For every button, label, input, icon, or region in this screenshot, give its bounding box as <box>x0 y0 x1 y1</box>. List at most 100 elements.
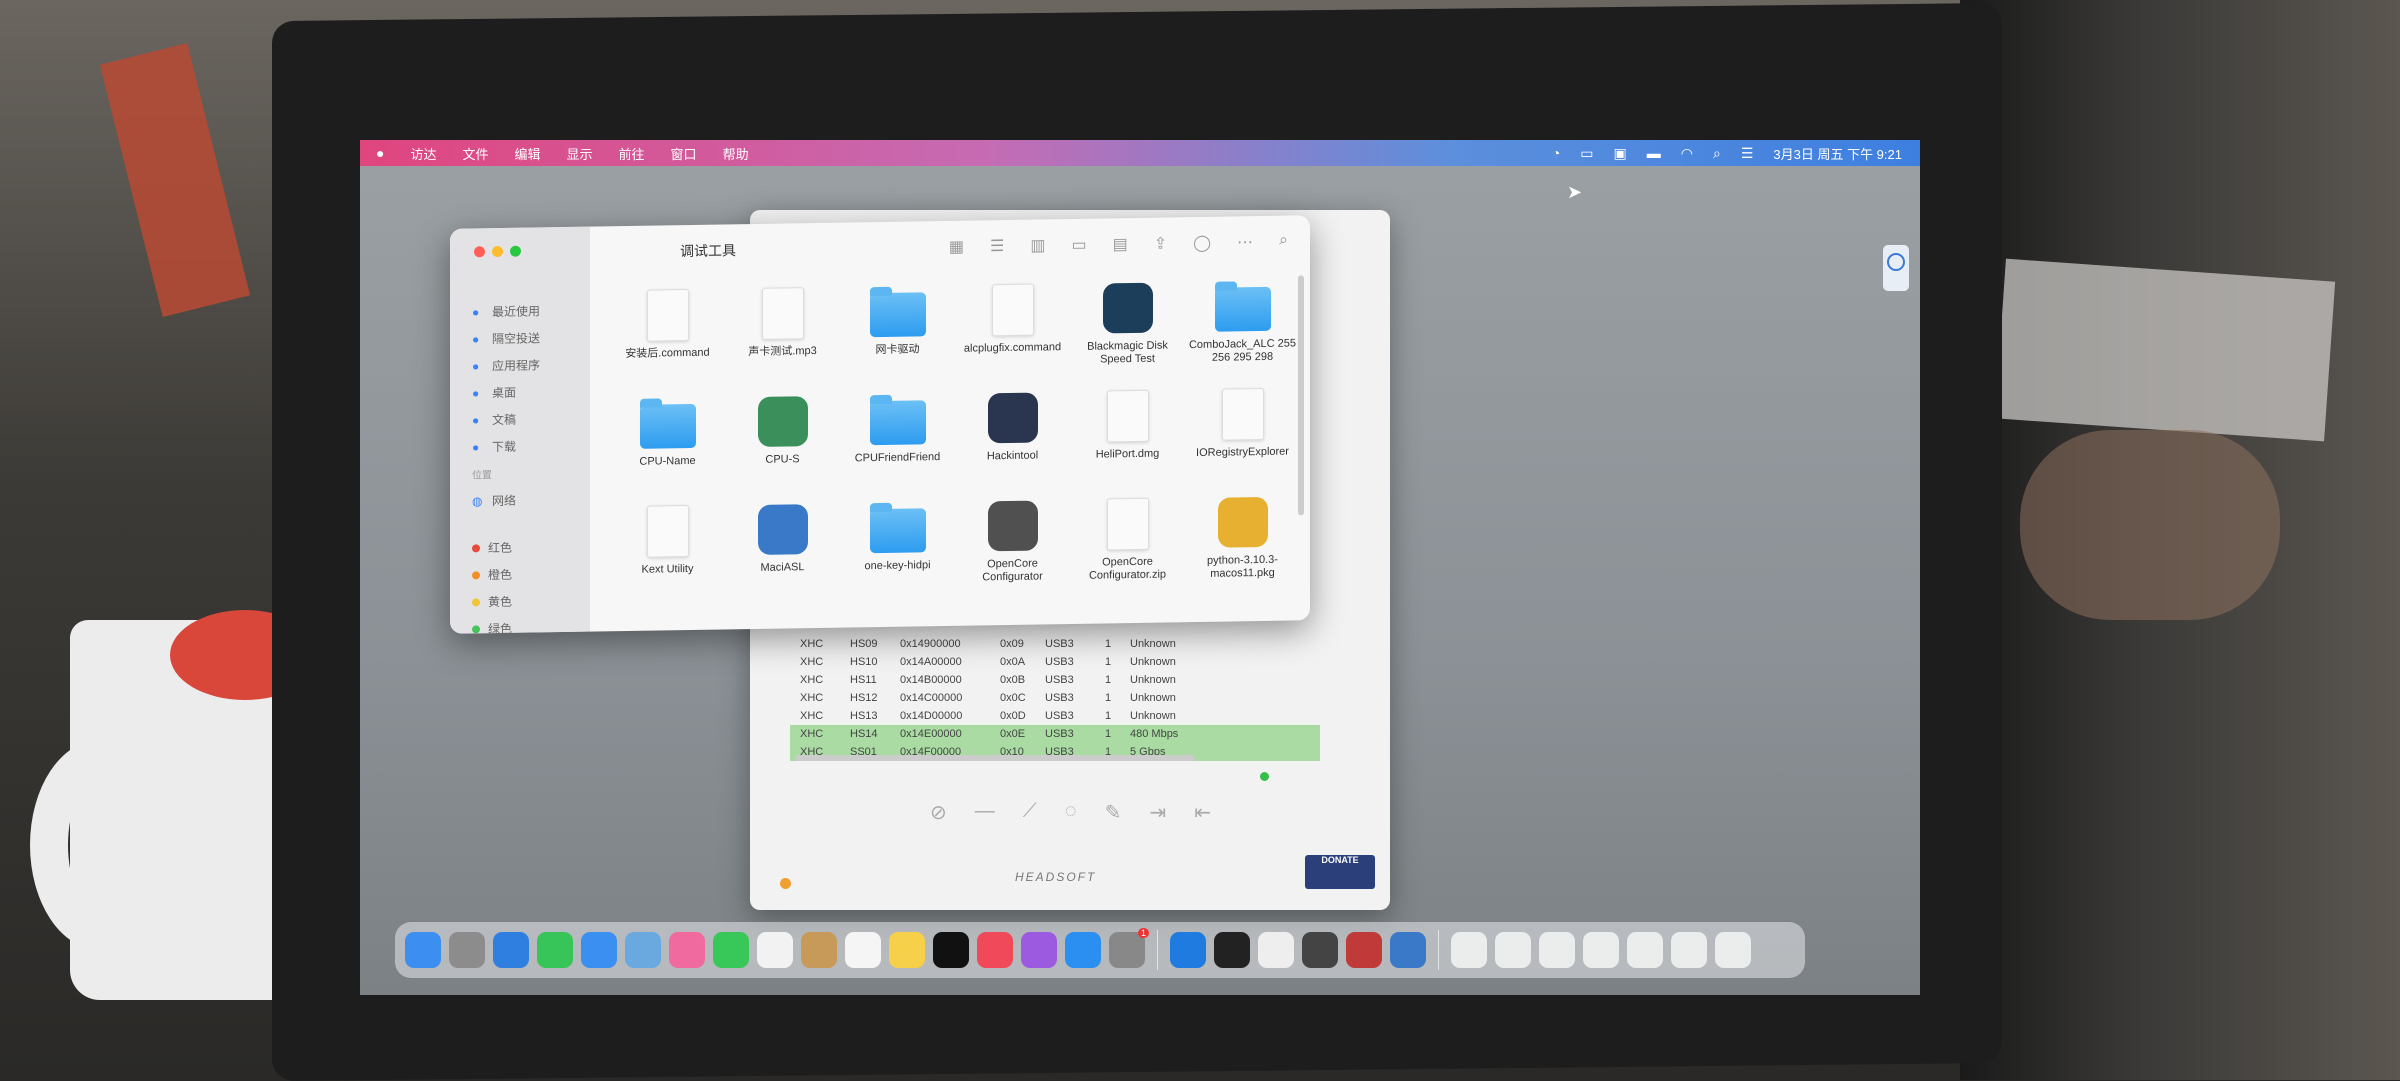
file-item[interactable]: CPU-S <box>725 395 840 493</box>
finder-icon[interactable] <box>405 932 441 968</box>
import-icon[interactable]: ⇥ <box>1149 800 1166 825</box>
trash-icon[interactable] <box>1715 932 1751 968</box>
control-center-icon[interactable]: ☰ <box>1741 145 1754 162</box>
column-view-icon[interactable]: ▥ <box>1030 235 1045 255</box>
minimize-button[interactable] <box>492 245 503 258</box>
sidebar-item[interactable]: ● 隔空投送 <box>472 324 540 352</box>
contacts-icon[interactable] <box>801 932 837 968</box>
file-item[interactable]: Blackmagic Disk Speed Test <box>1070 281 1185 379</box>
file-item[interactable]: IORegistryExplorer <box>1185 387 1300 485</box>
export-icon[interactable]: ⇤ <box>1194 800 1211 825</box>
textedit-icon[interactable] <box>1258 932 1294 968</box>
tag-icon[interactable]: ◯ <box>1193 233 1211 253</box>
clipboard-icon[interactable]: ▣ <box>1614 145 1627 162</box>
photos-icon[interactable] <box>669 932 705 968</box>
menu-help[interactable]: 帮助 <box>723 144 749 163</box>
terminal-icon[interactable] <box>1214 932 1250 968</box>
music-icon[interactable] <box>977 932 1013 968</box>
timemachine-icon[interactable]: ◔ <box>1552 145 1560 161</box>
search-icon[interactable]: ⌕ <box>1713 145 1721 162</box>
document-icon[interactable] <box>1451 932 1487 968</box>
calendar-icon[interactable] <box>757 932 793 968</box>
table-row[interactable]: XHC HS13 0x14D00000 0x0D USB3 1 Unknown <box>790 707 1320 725</box>
display-icon[interactable]: ▭ <box>1580 145 1593 162</box>
sidebar-item[interactable]: ● 应用程序 <box>472 351 540 379</box>
facetime-icon[interactable] <box>713 932 749 968</box>
menu-file[interactable]: 文件 <box>462 144 488 163</box>
folder-icon[interactable] <box>1671 932 1707 968</box>
sidebar-item-network[interactable]: ◍ 网络 <box>472 486 540 514</box>
group-icon[interactable]: ▤ <box>1113 234 1128 254</box>
share-icon[interactable]: ⇪ <box>1154 233 1167 253</box>
file-item[interactable]: MaciASL <box>725 503 840 601</box>
table-row[interactable]: XHC HS11 0x14B00000 0x0B USB3 1 Unknown <box>790 671 1320 689</box>
zoom-button[interactable] <box>510 245 521 257</box>
file-item[interactable]: one-key-hidpi <box>840 501 955 599</box>
menu-go[interactable]: 前往 <box>619 144 645 163</box>
apple-menu-icon[interactable]: ● <box>376 145 384 161</box>
notes-icon[interactable] <box>889 932 925 968</box>
vertical-scrollbar[interactable] <box>1298 275 1304 516</box>
file-item[interactable]: alcplugfix.command <box>955 283 1070 381</box>
finder-window[interactable]: ● 最近使用 ● 隔空投送 ● 应用程序 ● 桌面 ● 文稿 ● 下载 位置 ◍ 网络 红色 橙色 黄色 绿色 调试… <box>450 215 1310 634</box>
menu-clock[interactable]: 3月3日 周五 下午 9:21 <box>1773 144 1902 163</box>
appstore-icon[interactable] <box>1065 932 1101 968</box>
horizontal-scrollbar[interactable] <box>795 755 1195 761</box>
table-row[interactable]: XHC HS09 0x14900000 0x09 USB3 1 Unknown <box>790 635 1320 653</box>
folder-icon[interactable] <box>1627 932 1663 968</box>
file-item[interactable]: OpenCore Configurator.zip <box>1070 497 1185 595</box>
table-row[interactable]: XHC HS10 0x14A00000 0x0A USB3 1 Unknown <box>790 653 1320 671</box>
messages-icon[interactable] <box>537 932 573 968</box>
hackintool-icon[interactable] <box>1346 932 1382 968</box>
menu-edit[interactable]: 编辑 <box>515 144 541 163</box>
search-icon[interactable]: ⌕ <box>1279 232 1288 252</box>
wifi-icon[interactable]: ◠ <box>1681 145 1693 162</box>
menu-finder[interactable]: 访达 <box>410 144 436 163</box>
tv-icon[interactable] <box>933 932 969 968</box>
refresh-icon[interactable]: ◌ <box>1065 800 1077 825</box>
sidebar-item[interactable]: ● 文稿 <box>472 405 540 433</box>
edit-icon[interactable]: ✎ <box>1105 800 1122 825</box>
battery-icon[interactable]: ▬ <box>1647 145 1661 161</box>
remove-icon[interactable]: — <box>975 800 995 825</box>
file-item[interactable]: CPU-Name <box>610 396 725 494</box>
file-item[interactable]: Hackintool <box>955 391 1070 489</box>
donate-button[interactable]: DONATE <box>1305 855 1375 889</box>
file-item[interactable]: CPUFriendFriend <box>840 393 955 491</box>
sidebar-tag[interactable]: 绿色 <box>472 614 540 634</box>
file-item[interactable]: 网卡驱动 <box>840 285 955 383</box>
podcasts-icon[interactable] <box>1021 932 1057 968</box>
list-view-icon[interactable]: ☰ <box>990 236 1004 256</box>
sidebar-tag[interactable]: 红色 <box>472 533 540 561</box>
sidebar-item[interactable]: ● 下载 <box>472 432 540 460</box>
reminders-icon[interactable] <box>845 932 881 968</box>
settings-icon[interactable]: 1 <box>1109 928 1149 968</box>
teamviewer-icon[interactable] <box>1170 932 1206 968</box>
close-button[interactable] <box>474 246 485 258</box>
launchpad-icon[interactable] <box>449 932 485 968</box>
safari-icon[interactable] <box>493 932 529 968</box>
folder-icon[interactable] <box>1583 932 1619 968</box>
file-item[interactable]: 声卡测试.mp3 <box>725 287 840 385</box>
sidebar-tag[interactable]: 黄色 <box>472 587 540 615</box>
brush-icon[interactable]: ⟋ <box>1023 800 1037 825</box>
icon-view-icon[interactable]: ▦ <box>949 237 964 257</box>
folder-icon[interactable] <box>1539 932 1575 968</box>
gallery-view-icon[interactable]: ▭ <box>1071 235 1086 255</box>
folder-icon[interactable] <box>1495 932 1531 968</box>
maciasl-icon[interactable] <box>1390 932 1426 968</box>
file-item[interactable]: 安装后.command <box>610 288 725 386</box>
table-row[interactable]: XHC HS12 0x14C00000 0x0C USB3 1 Unknown <box>790 689 1320 707</box>
mail-icon[interactable] <box>581 932 617 968</box>
file-item[interactable]: OpenCore Configurator <box>955 499 1070 597</box>
teamviewer-widget[interactable] <box>1883 245 1909 291</box>
table-row[interactable]: XHC HS14 0x14E00000 0x0E USB3 1 480 Mbps <box>790 725 1320 743</box>
sidebar-item[interactable]: ● 最近使用 <box>472 297 540 325</box>
clear-icon[interactable]: ⊘ <box>930 800 947 825</box>
file-item[interactable]: Kext Utility <box>610 504 725 602</box>
file-item[interactable]: HeliPort.dmg <box>1070 389 1185 487</box>
menu-view[interactable]: 显示 <box>567 144 593 163</box>
more-icon[interactable]: ⋯ <box>1237 232 1253 252</box>
sidebar-tag[interactable]: 橙色 <box>472 560 540 588</box>
file-item[interactable]: ComboJack_ALC 255 256 295 298 <box>1185 279 1300 377</box>
